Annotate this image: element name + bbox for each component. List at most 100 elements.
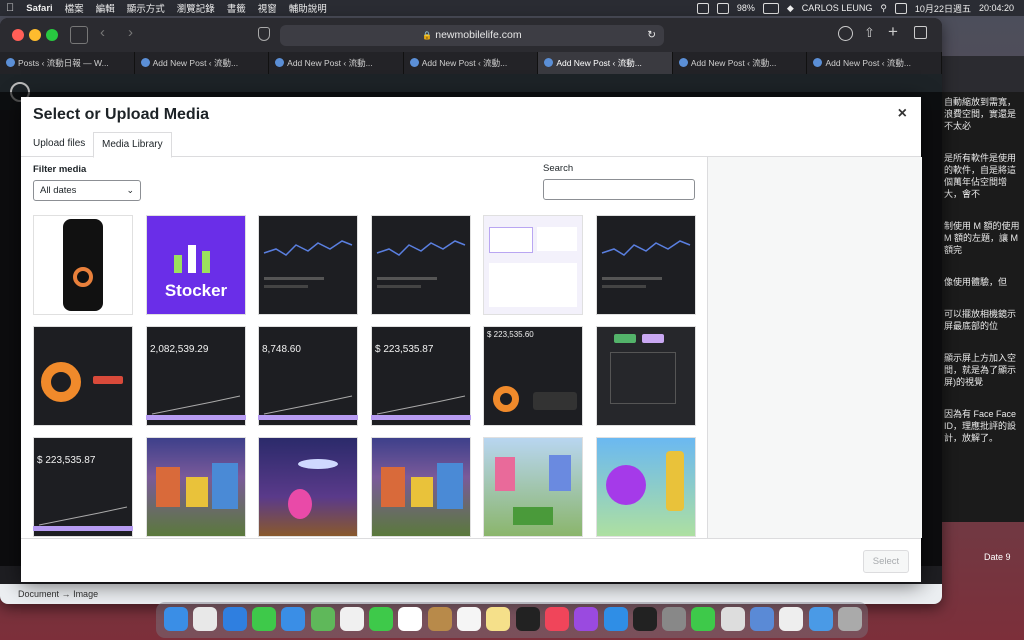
control-center-icon[interactable] xyxy=(894,2,907,14)
media-thumbnail[interactable] xyxy=(33,215,133,315)
select-button[interactable]: Select xyxy=(863,550,909,573)
apple-menu-icon[interactable]:  xyxy=(0,2,20,14)
media-thumbnail[interactable] xyxy=(258,215,358,315)
menu-bar:  Safari 檔案 編輯 顯示方式 瀏覽記錄 書籤 視窗 輔助說明 98% … xyxy=(0,0,1024,16)
back-icon[interactable]: ‹ xyxy=(100,24,105,41)
folder-icon[interactable] xyxy=(808,607,833,631)
close-window-button[interactable] xyxy=(12,29,24,41)
mail-icon[interactable] xyxy=(281,607,306,631)
new-tab-icon[interactable]: + xyxy=(888,22,898,42)
breadcrumb-arrow-icon: → xyxy=(61,589,74,599)
time-label[interactable]: 20:04:20 xyxy=(979,3,1014,13)
date-label[interactable]: 10月22日週五 xyxy=(915,2,971,15)
browser-tab[interactable]: Add New Post ‹ 流動... xyxy=(269,52,404,74)
reminders-icon[interactable] xyxy=(457,607,481,631)
reload-icon[interactable]: ↻ xyxy=(647,25,656,46)
battery-icon[interactable] xyxy=(762,2,779,14)
zoom-window-button[interactable] xyxy=(46,29,58,41)
text-file-icon[interactable] xyxy=(779,607,804,631)
media-thumbnail[interactable] xyxy=(483,215,583,315)
trash-icon[interactable] xyxy=(837,607,862,631)
date-filter-select[interactable]: All dates ⌄ xyxy=(33,180,141,201)
article-paragraph: 因為有 Face Face ID，理應批評的設計，放解了。 xyxy=(944,409,1017,443)
browser-tab[interactable]: Posts ‹ 流動日報 — W... xyxy=(0,52,135,74)
maps-icon[interactable] xyxy=(310,607,335,631)
photos-icon[interactable] xyxy=(339,607,364,631)
tab-media-library[interactable]: Media Library xyxy=(93,132,172,158)
menu-item-bookmarks[interactable]: 書籤 xyxy=(221,1,252,15)
notes-brown-icon[interactable] xyxy=(427,607,452,631)
notes-icon[interactable] xyxy=(486,607,511,631)
media-thumbnail[interactable]: Stocker xyxy=(146,215,246,315)
browser-tab[interactable]: Add New Post ‹ 流動... xyxy=(673,52,808,74)
search-icon[interactable]: ⚲ xyxy=(880,3,887,14)
media-thumbnail[interactable] xyxy=(596,437,696,537)
search-input[interactable] xyxy=(543,179,695,200)
tab-upload-files[interactable]: Upload files xyxy=(25,132,93,156)
tab-overview-icon[interactable] xyxy=(914,26,927,39)
downloads-icon[interactable] xyxy=(838,26,853,41)
user-name[interactable]: CARLOS LEUNG xyxy=(802,3,873,13)
browser-toolbar: ‹ › 🔒 newmobilelife.com ↻ ⇧ + xyxy=(0,18,942,52)
media-thumbnail[interactable] xyxy=(33,326,133,426)
menu-item-window[interactable]: 視窗 xyxy=(252,1,283,15)
wordpress-favicon-icon xyxy=(678,58,688,67)
media-modal: Select or Upload Media × Upload files Me… xyxy=(21,97,922,582)
browser-tab[interactable]: Add New Post ‹ 流動... xyxy=(404,52,539,74)
breadcrumb-image[interactable]: Image xyxy=(73,589,98,599)
media-thumbnail[interactable]: 2,082,539.29 xyxy=(146,326,246,426)
menu-item-view[interactable]: 顯示方式 xyxy=(121,1,171,15)
menu-item-history[interactable]: 瀏覽記錄 xyxy=(171,1,221,15)
privacy-shield-icon[interactable] xyxy=(258,27,270,41)
browser-tab[interactable]: Add New Post ‹ 流動... xyxy=(807,52,942,74)
facetime-icon[interactable] xyxy=(369,607,394,631)
menu-item-safari[interactable]: Safari xyxy=(20,3,58,14)
system-preferences-icon[interactable] xyxy=(662,607,687,631)
close-icon[interactable]: × xyxy=(898,105,907,123)
app-store-icon[interactable] xyxy=(603,607,628,631)
evernote-icon[interactable] xyxy=(716,2,729,14)
media-thumbnail[interactable] xyxy=(483,437,583,537)
forward-icon[interactable]: › xyxy=(128,24,133,41)
address-bar[interactable]: 🔒 newmobilelife.com ↻ xyxy=(280,25,664,46)
media-thumbnail[interactable] xyxy=(596,215,696,315)
menu-item-file[interactable]: 檔案 xyxy=(59,1,90,15)
apple-tv-icon[interactable] xyxy=(515,607,540,631)
minimize-window-button[interactable] xyxy=(29,29,41,41)
preview-icon[interactable] xyxy=(720,607,745,631)
finder-icon[interactable] xyxy=(164,607,188,631)
article-paragraph: 制使用 M 額的使用 M 額的左題，讓 M 額完 xyxy=(944,221,1020,255)
line-icon[interactable] xyxy=(696,2,709,14)
launchpad-icon[interactable] xyxy=(193,607,218,631)
wifi-icon[interactable]: ◆ xyxy=(787,3,794,14)
media-thumbnail[interactable] xyxy=(371,437,471,537)
share-icon[interactable]: ⇧ xyxy=(864,25,875,41)
media-thumbnail[interactable] xyxy=(258,437,358,537)
media-thumbnail[interactable] xyxy=(596,326,696,426)
menu-item-help[interactable]: 輔助說明 xyxy=(283,1,333,15)
media-thumbnail[interactable]: $ 223,535.87 xyxy=(371,326,471,426)
browser-tab-active[interactable]: Add New Post ‹ 流動... xyxy=(538,52,673,74)
media-thumbnail[interactable]: $ 223,535.60 xyxy=(483,326,583,426)
date-filter-value: All dates xyxy=(40,185,77,196)
media-thumbnail[interactable] xyxy=(146,437,246,537)
chevron-down-icon: ⌄ xyxy=(126,185,134,195)
music-icon[interactable] xyxy=(544,607,569,631)
menu-item-edit[interactable]: 編輯 xyxy=(90,1,121,15)
activity-monitor-icon[interactable] xyxy=(632,607,657,631)
line-icon[interactable] xyxy=(691,607,716,631)
sidebar-icon[interactable] xyxy=(70,26,88,44)
safari-icon[interactable] xyxy=(222,607,247,631)
modal-footer: Select xyxy=(21,538,921,582)
media-thumbnail[interactable]: $ 223,535.87 xyxy=(33,437,133,537)
image-capture-icon[interactable] xyxy=(750,607,774,631)
media-thumbnail[interactable] xyxy=(371,215,471,315)
messages-icon[interactable] xyxy=(251,607,276,631)
calendar-icon[interactable] xyxy=(398,607,423,631)
breadcrumb-document[interactable]: Document xyxy=(18,589,59,599)
media-thumbnail[interactable]: 8,748.60 xyxy=(258,326,358,426)
article-paragraph: 顯示屏上方加入空間，就是為了顯示屏)的視覺 xyxy=(944,353,1017,387)
date-label-bg: Date 9 xyxy=(984,552,1011,562)
podcasts-icon[interactable] xyxy=(574,607,599,631)
browser-tab[interactable]: Add New Post ‹ 流動... xyxy=(135,52,270,74)
